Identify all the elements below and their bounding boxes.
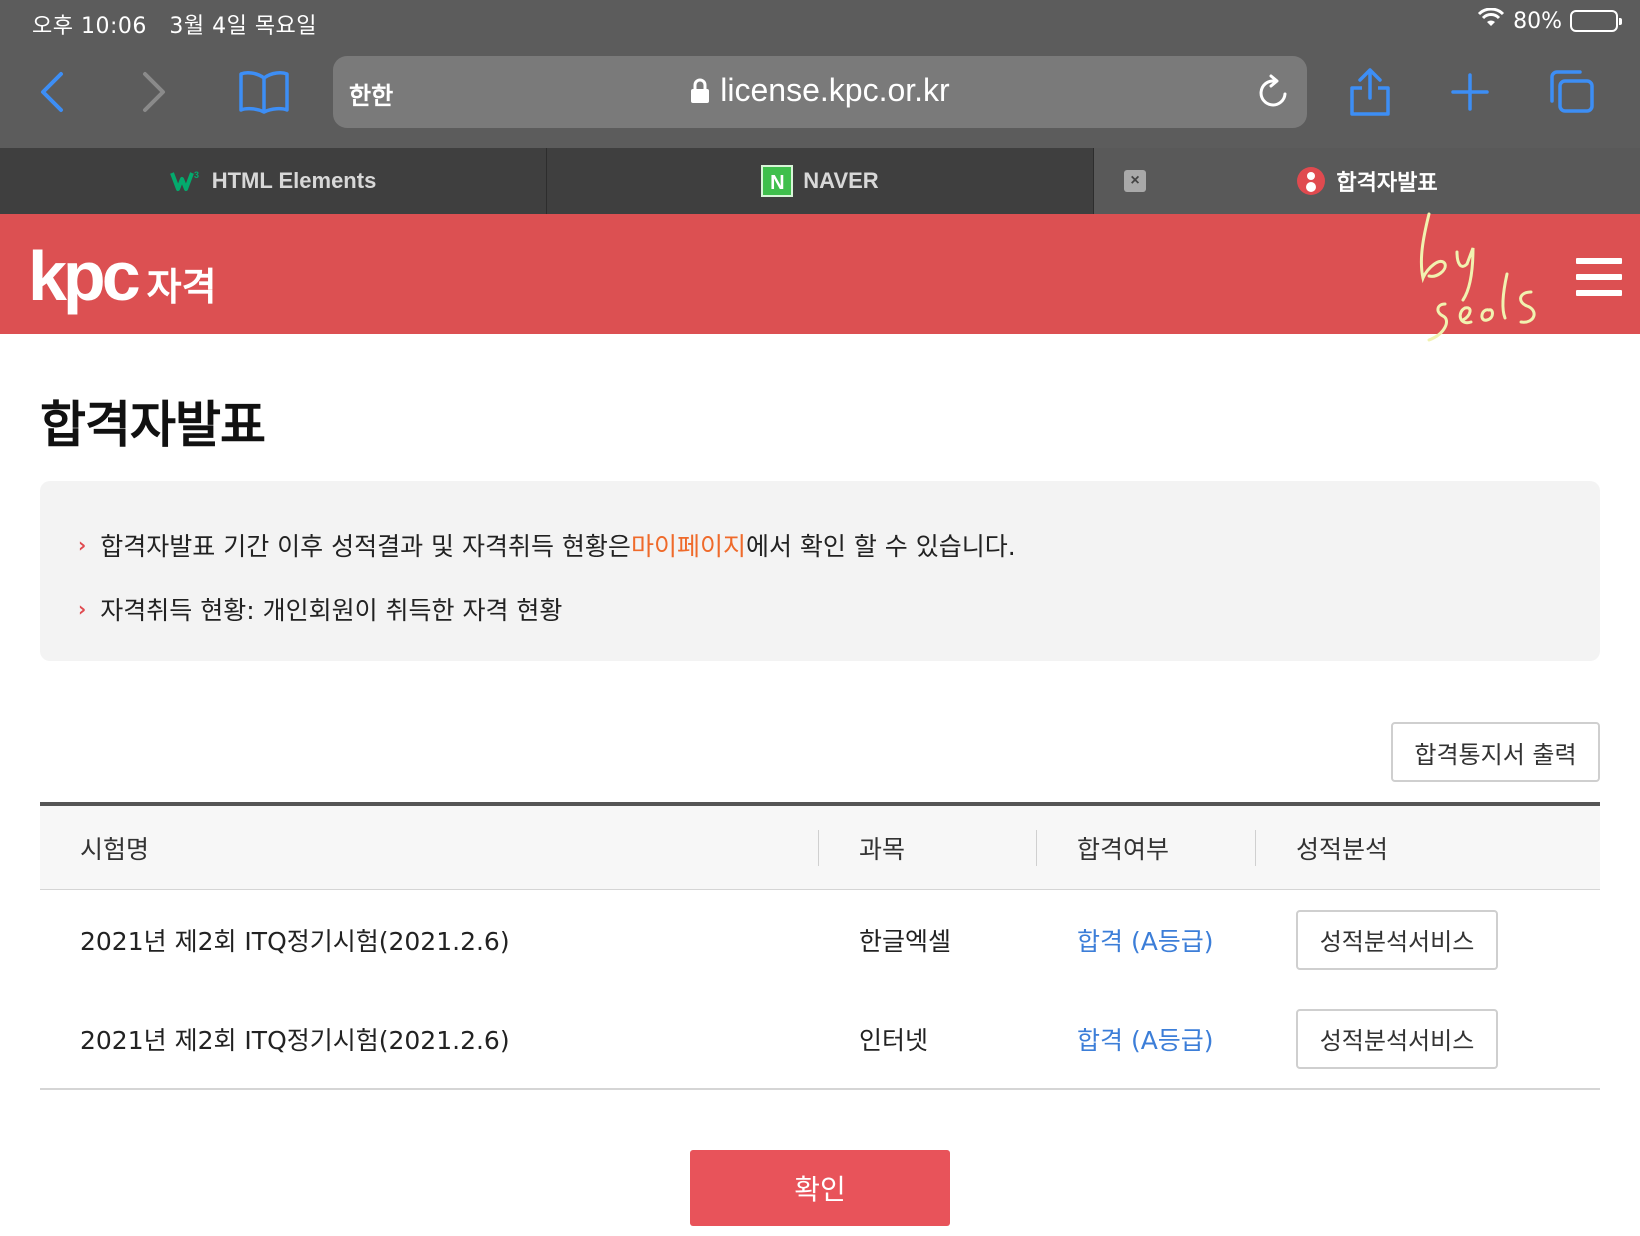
tabs-icon (1550, 70, 1594, 113)
tab-label: NAVER (803, 168, 879, 193)
status-indicators: 80% (1477, 7, 1622, 34)
tab-naver[interactable]: N NAVER (547, 148, 1094, 214)
header-subject: 과목 (819, 806, 1037, 889)
status-date: 3월 4일 목요일 (169, 14, 318, 39)
tabs-overview-button[interactable] (1540, 60, 1604, 124)
score-analysis-button[interactable]: 성적분석서비스 (1296, 1008, 1498, 1069)
exam-name: 2021년 제2회 ITQ정기시험(2021.2.6) (80, 1025, 510, 1055)
notice-text: 에서 확인 할 수 있습니다. (745, 532, 1016, 561)
new-tab-icon (1451, 73, 1489, 111)
status-time: 오후 10:06 3월 4일 목요일 (32, 14, 318, 39)
bullet-chevron-icon: › (78, 597, 87, 621)
print-certificate-button[interactable]: 합격통지서 출력 (1391, 722, 1600, 782)
reload-icon[interactable] (1257, 74, 1291, 110)
notice-line: › 합격자발표 기간 이후 성적결과 및 자격취득 현황은 마이페이지 에서 확인… (78, 527, 1600, 563)
wifi-icon (1477, 7, 1505, 34)
site-header: kpc 자격 (0, 214, 1640, 334)
table-row: 2021년 제2회 ITQ정기시험(2021.2.6) 인터넷 합격 (A등급)… (40, 989, 1600, 1088)
header-analysis: 성적분석 (1296, 834, 1389, 864)
table-header: 시험명 과목 합격여부 성적분석 (40, 806, 1600, 890)
pass-status: 합격 (A등급) (1077, 926, 1214, 956)
subject: 한글엑셀 (859, 926, 952, 956)
tab-label: HTML Elements (211, 168, 377, 193)
results-table: 시험명 과목 합격여부 성적분석 2021년 제2회 ITQ정기시험(2021.… (40, 802, 1600, 1090)
tab-active-results[interactable]: × 합격자발표 (1094, 148, 1640, 214)
share-button[interactable] (1338, 60, 1402, 124)
lock-icon (691, 78, 710, 103)
header-pass-status: 합격여부 (1037, 806, 1256, 889)
logo-main: kpc (28, 237, 141, 315)
page-title: 합격자발표 (40, 396, 266, 454)
url-text: license.kpc.or.kr (720, 72, 950, 108)
site-logo[interactable]: kpc 자격 (28, 236, 217, 316)
close-tab-button[interactable]: × (1124, 170, 1146, 192)
bookmarks-button[interactable] (232, 60, 296, 124)
svg-text:3: 3 (194, 170, 199, 180)
new-tab-button[interactable] (1438, 60, 1502, 124)
pass-status: 합격 (A등급) (1077, 1025, 1214, 1055)
confirm-button[interactable]: 확인 (690, 1150, 950, 1226)
naver-icon: N (761, 165, 794, 197)
table-body: 2021년 제2회 ITQ정기시험(2021.2.6) 한글엑셀 합격 (A등급… (40, 890, 1600, 1090)
handwritten-signature-icon (1419, 212, 1536, 342)
forward-icon (143, 72, 165, 112)
header-exam-name: 시험명 (40, 806, 819, 889)
back-icon (41, 72, 63, 112)
address-bar[interactable]: 한한 license.kpc.or.kr (333, 56, 1307, 128)
back-button[interactable] (20, 60, 84, 124)
battery-icon (1570, 10, 1622, 32)
subject: 인터넷 (859, 1025, 929, 1055)
mypage-link[interactable]: 마이페이지 (631, 527, 746, 563)
browser-chrome: 오후 10:06 3월 4일 목요일 80% 한한 license.kpc.or… (0, 0, 1640, 148)
tab-label: 합격자발표 (1336, 170, 1438, 195)
w3schools-icon: 3 (169, 170, 199, 191)
notice-text: 합격자발표 기간 이후 성적결과 및 자격취득 현황은 (100, 532, 631, 561)
bullet-chevron-icon: › (78, 533, 87, 557)
logo-sub: 자격 (146, 265, 217, 309)
score-analysis-button[interactable]: 성적분석서비스 (1296, 909, 1498, 970)
kpc-favicon-icon (1297, 167, 1326, 195)
bookmarks-icon (239, 71, 289, 114)
notice-box: › 합격자발표 기간 이후 성적결과 및 자격취득 현황은 마이페이지 에서 확인… (40, 481, 1600, 661)
share-icon (1350, 68, 1390, 116)
forward-button[interactable] (122, 60, 186, 124)
hamburger-icon (1576, 258, 1622, 264)
battery-percent: 80% (1513, 8, 1562, 34)
url-display[interactable]: license.kpc.or.kr (333, 72, 1307, 109)
notice-text: 자격취득 현황: 개인회원이 취득한 자격 현황 (100, 596, 563, 625)
tab-bar: 3 HTML Elements N NAVER × 합격자발표 (0, 148, 1640, 214)
table-row: 2021년 제2회 ITQ정기시험(2021.2.6) 한글엑셀 합격 (A등급… (40, 890, 1600, 989)
tab-html-elements[interactable]: 3 HTML Elements (0, 148, 547, 214)
notice-line: › 자격취득 현황: 개인회원이 취득한 자격 현황 (78, 591, 1600, 627)
exam-name: 2021년 제2회 ITQ정기시험(2021.2.6) (80, 926, 510, 956)
menu-button[interactable] (1576, 258, 1622, 298)
